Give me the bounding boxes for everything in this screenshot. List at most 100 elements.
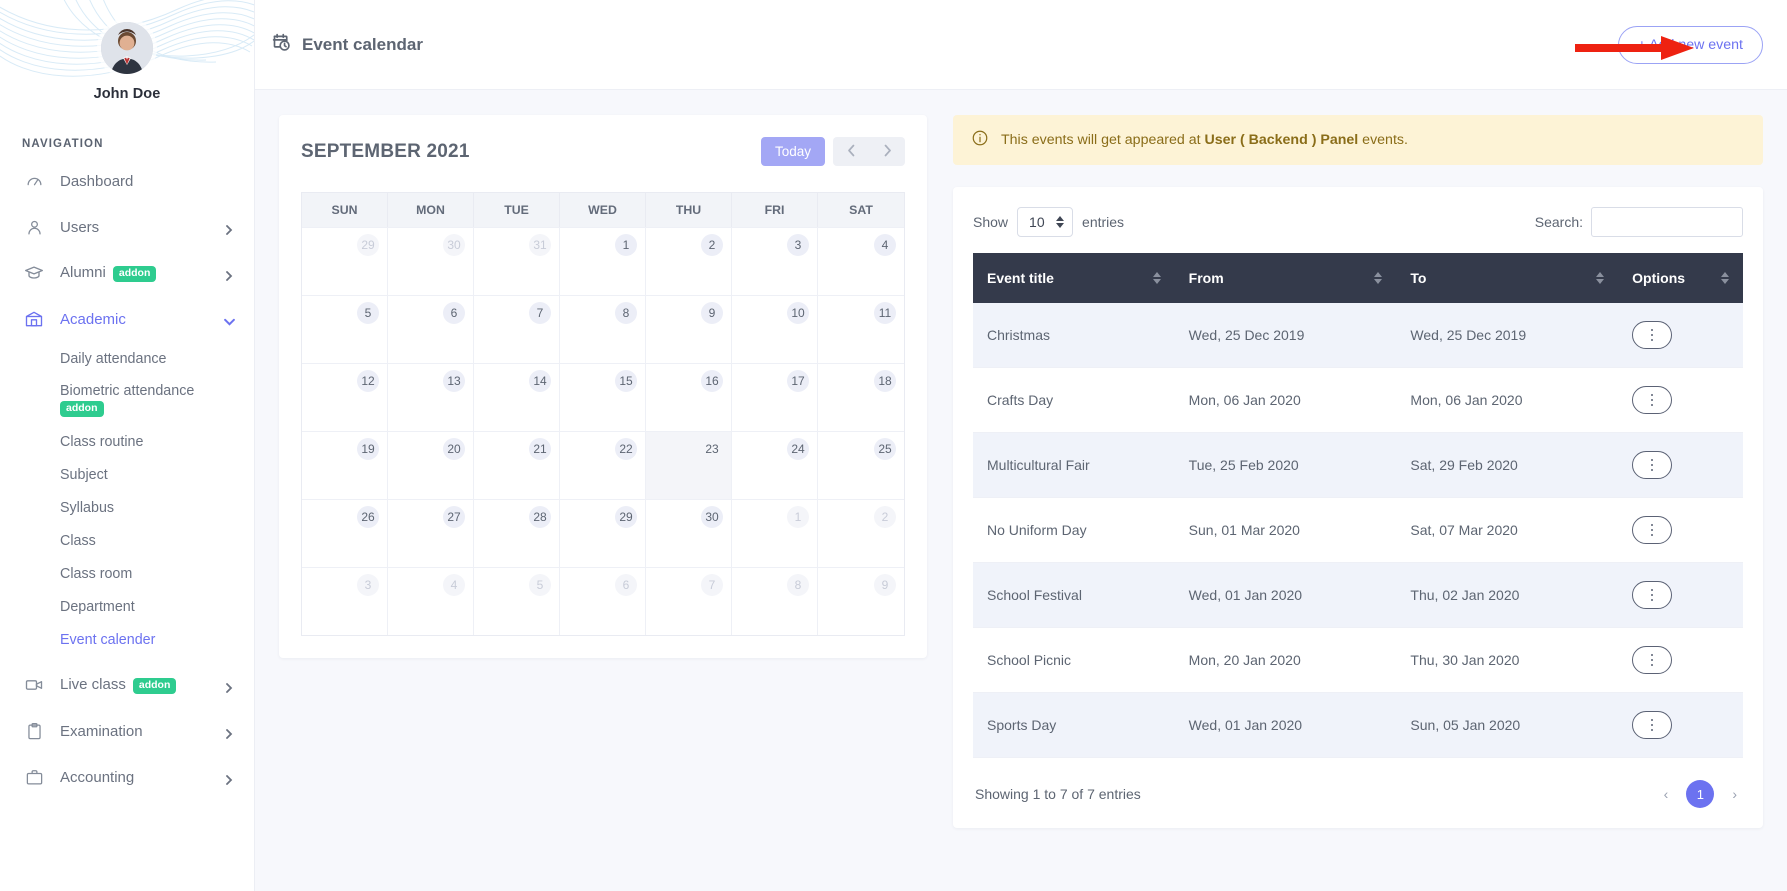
calendar-day-cell[interactable]: 30 [646, 499, 732, 567]
calendar-day-number: 30 [443, 234, 465, 256]
calendar-day-cell[interactable]: 10 [732, 295, 818, 363]
calendar-day-cell[interactable]: 5 [302, 295, 388, 363]
table-cell-title: No Uniform Day [973, 497, 1175, 563]
table-column-header[interactable]: Event title [973, 253, 1175, 303]
user-icon [24, 217, 44, 237]
calendar-day-cell[interactable]: 8 [732, 567, 818, 635]
calendar-day-cell[interactable]: 8 [560, 295, 646, 363]
calendar-day-cell[interactable]: 12 [302, 363, 388, 431]
sidebar-subitem-subject[interactable]: Subject [0, 458, 254, 491]
calendar-day-cell[interactable]: 1 [732, 499, 818, 567]
sidebar-item-label: Academic [60, 310, 126, 328]
sidebar-item-examination[interactable]: Examination [0, 708, 254, 754]
calendar-day-number: 9 [701, 302, 723, 324]
row-options-button[interactable] [1632, 321, 1673, 349]
calendar-day-cell[interactable]: 15 [560, 363, 646, 431]
calendar-day-cell[interactable]: 6 [560, 567, 646, 635]
row-options-button[interactable] [1632, 451, 1673, 479]
calendar-day-cell[interactable]: 5 [474, 567, 560, 635]
calendar-day-cell[interactable]: 14 [474, 363, 560, 431]
calendar-day-cell[interactable]: 22 [560, 431, 646, 499]
sidebar-item-academic[interactable]: Academic [0, 296, 254, 342]
row-options-button[interactable] [1632, 386, 1673, 414]
sidebar-item-accounting[interactable]: Accounting [0, 754, 254, 800]
table-cell-from: Wed, 01 Jan 2020 [1174, 562, 1397, 628]
sort-arrows-icon[interactable] [1721, 272, 1729, 284]
table-row: School Picnic Mon, 20 Jan 2020 Thu, 30 Jan… [973, 627, 1743, 693]
topbar-actions: + Add new event [1617, 25, 1763, 64]
calendar-day-cell[interactable]: 31 [474, 227, 560, 295]
calendar-day-cell[interactable]: 9 [818, 567, 904, 635]
sidebar-subitem-biometric-attendance[interactable]: Biometric attendance addon [0, 375, 254, 425]
calendar-day-cell[interactable]: 20 [388, 431, 474, 499]
calendar-day-cell[interactable]: 25 [818, 431, 904, 499]
sidebar-item-users[interactable]: Users [0, 204, 254, 250]
row-options-button[interactable] [1632, 581, 1673, 609]
add-new-event-button[interactable]: + Add new event [1617, 25, 1763, 64]
pagination-page-1[interactable]: 1 [1686, 780, 1715, 808]
search-input[interactable] [1591, 207, 1743, 237]
calendar-day-number: 2 [701, 234, 723, 256]
calendar-day-cell[interactable]: 28 [474, 499, 560, 567]
chevron-right-icon [883, 144, 892, 160]
calendar-day-cell[interactable]: 6 [388, 295, 474, 363]
calendar-day-cell[interactable]: 30 [388, 227, 474, 295]
calendar-day-cell[interactable]: 11 [818, 295, 904, 363]
today-button[interactable]: Today [760, 137, 825, 166]
sidebar-subitem-class-room[interactable]: Class room [0, 557, 254, 590]
calendar-day-cell[interactable]: 17 [732, 363, 818, 431]
calendar-day-cell[interactable]: 7 [646, 567, 732, 635]
three-dots-vertical-icon [1650, 403, 1654, 407]
calendar-day-cell[interactable]: 29 [560, 499, 646, 567]
calendar-day-cell[interactable]: 24 [732, 431, 818, 499]
sort-arrows-icon[interactable] [1596, 272, 1605, 284]
calendar-day-number: 27 [443, 506, 465, 528]
calendar-day-cell[interactable]: 3 [302, 567, 388, 635]
sort-arrows-icon[interactable] [1152, 272, 1161, 284]
sidebar-subitem-event-calender[interactable]: Event calender [0, 623, 254, 656]
sidebar-subitem-department[interactable]: Department [0, 590, 254, 623]
calendar-day-cell[interactable]: 2 [818, 499, 904, 567]
calendar-day-number: 11 [874, 302, 896, 324]
calendar-day-cell[interactable]: 1 [560, 227, 646, 295]
row-options-button[interactable] [1632, 516, 1673, 544]
calendar-day-cell[interactable]: 27 [388, 499, 474, 567]
table-cell-title: Multicultural Fair [973, 432, 1175, 498]
sidebar-subitem-daily-attendance[interactable]: Daily attendance [0, 342, 254, 375]
table-column-header[interactable]: To [1396, 253, 1619, 303]
calendar-day-cell[interactable]: 4 [818, 227, 904, 295]
table-column-header[interactable]: Options [1618, 253, 1743, 303]
sidebar-subitem-class-routine[interactable]: Class routine [0, 425, 254, 458]
table-header-row: Event title From To Options [973, 253, 1743, 303]
sort-arrows-icon[interactable] [1374, 272, 1383, 284]
row-options-button[interactable] [1632, 711, 1673, 739]
calendar-prev-button[interactable] [833, 137, 869, 166]
pagination-next[interactable]: › [1728, 783, 1741, 805]
calendar-day-cell[interactable]: 19 [302, 431, 388, 499]
calendar-day-cell[interactable]: 18 [818, 363, 904, 431]
calendar-day-cell[interactable]: 4 [388, 567, 474, 635]
row-options-button[interactable] [1632, 646, 1673, 674]
calendar-day-cell[interactable]: 16 [646, 363, 732, 431]
calendar-day-cell[interactable]: 26 [302, 499, 388, 567]
sidebar-item-dashboard[interactable]: Dashboard [0, 158, 254, 204]
table-column-header[interactable]: From [1174, 253, 1397, 303]
sidebar-item-live-class[interactable]: Live class addon [0, 662, 254, 708]
calendar-day-cell[interactable]: 13 [388, 363, 474, 431]
calendar-day-cell[interactable]: 21 [474, 431, 560, 499]
sidebar-item-alumni[interactable]: Alumni addon [0, 250, 254, 296]
calendar-day-cell[interactable]: 29 [302, 227, 388, 295]
sidebar-subitem-class[interactable]: Class [0, 524, 254, 557]
pagination-prev[interactable]: ‹ [1660, 783, 1673, 805]
chevron-down-icon [224, 314, 235, 326]
calendar-day-cell[interactable]: 7 [474, 295, 560, 363]
calendar-next-button[interactable] [869, 137, 905, 166]
three-dots-vertical-icon [1650, 718, 1654, 722]
calendar-day-cell[interactable]: 9 [646, 295, 732, 363]
sidebar-subitem-syllabus[interactable]: Syllabus [0, 491, 254, 524]
calendar-day-cell[interactable]: 23 [646, 431, 732, 499]
entries-select[interactable]: 10 [1017, 207, 1074, 237]
calendar-day-cell[interactable]: 3 [732, 227, 818, 295]
calendar-day-cell[interactable]: 2 [646, 227, 732, 295]
calendar-day-number: 28 [529, 506, 551, 528]
